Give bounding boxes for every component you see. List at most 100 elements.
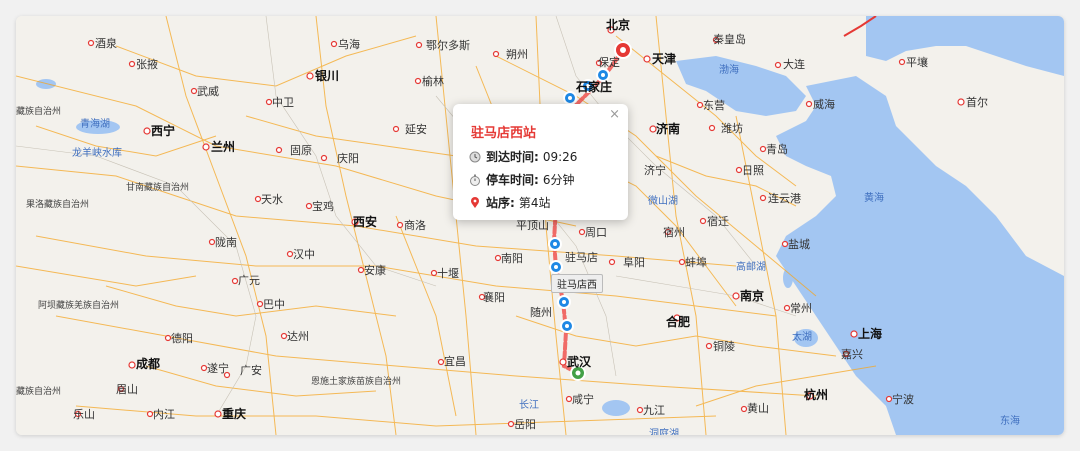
location-pin-icon [471, 196, 479, 208]
city-label: 天水 [261, 193, 283, 206]
city-label: 铜陵 [713, 339, 735, 353]
station-info-popup: × 驻马店西站 到达时间: 09:26 停车时间: 6分钟 站序: 第4站 [453, 104, 628, 220]
city-label: 酒泉 [95, 36, 117, 50]
city-label: 兰州 [211, 139, 235, 154]
stop-duration-value: 6分钟 [542, 173, 575, 187]
city-label: 威海 [813, 97, 835, 111]
city-label: 上海 [858, 326, 882, 341]
city-label: 德阳 [171, 331, 193, 345]
region-label: 果洛藏族自治州 [26, 198, 89, 210]
city-label: 汉中 [293, 248, 315, 261]
city-label: 宝鸡 [312, 199, 334, 213]
city-label: 乌海 [338, 37, 360, 51]
stop-duration-row: 停车时间: 6分钟 [469, 171, 574, 188]
city-label: 日照 [742, 164, 764, 177]
city-label: 南阳 [501, 252, 523, 265]
city-label: 眉山 [116, 383, 138, 396]
city-label: 乐山 [73, 408, 95, 421]
city-label: 保定 [598, 55, 620, 69]
city-label: 商洛 [404, 218, 426, 232]
popup-title: 驻马店西站 [471, 126, 537, 141]
city-label: 驻马店 [565, 250, 598, 264]
city-label: 遂宁 [207, 361, 229, 375]
city-label: 西宁 [151, 123, 175, 138]
city-label: 达州 [287, 330, 309, 343]
region-label: 藏族自治州 [16, 385, 61, 397]
arrival-time-row: 到达时间: 09:26 [469, 148, 577, 165]
city-label: 北京 [606, 17, 630, 32]
city-label: 咸宁 [572, 392, 594, 406]
city-label: 十堰 [437, 266, 459, 280]
city-label: 常州 [790, 302, 812, 315]
city-label: 盐城 [788, 238, 810, 251]
city-label: 重庆 [222, 406, 246, 421]
city-label: 西安 [353, 214, 377, 229]
close-icon[interactable]: × [609, 107, 620, 122]
city-label: 黄山 [747, 401, 769, 415]
city-label: 东营 [703, 98, 725, 112]
city-label: 内江 [153, 407, 175, 421]
city-label: 巴中 [263, 298, 285, 311]
stop-duration-label: 停车时间: [486, 173, 539, 187]
city-label: 宿州 [663, 225, 685, 239]
clock-icon [469, 151, 481, 162]
city-label: 大连 [783, 57, 805, 71]
city-label: 杭州 [804, 387, 828, 402]
city-label: 潍坊 [721, 121, 743, 135]
city-label: 宁波 [892, 392, 914, 406]
region-label: 甘南藏族自治州 [126, 181, 189, 193]
stop-marker[interactable] [557, 295, 571, 309]
city-label: 固原 [290, 144, 312, 157]
region-label: 阿坝藏族羌族自治州 [38, 299, 119, 311]
city-label: 武威 [197, 85, 219, 98]
city-label: 连云港 [768, 192, 801, 205]
station-order-row: 站序: 第4站 [469, 194, 550, 211]
city-label: 首尔 [966, 95, 988, 109]
station-tooltip: 驻马店西 [551, 274, 603, 293]
stop-marker[interactable] [548, 237, 562, 251]
city-label: 武汉 [567, 354, 592, 369]
region-label: 恩施土家族苗族自治州 [311, 375, 401, 387]
city-label: 九江 [643, 404, 665, 417]
city-label: 平顶山 [516, 219, 549, 232]
stop-marker[interactable] [549, 260, 563, 274]
region-label: 藏族自治州 [16, 105, 61, 117]
city-label: 鄂尔多斯 [426, 38, 470, 52]
city-label: 阜阳 [623, 256, 645, 269]
city-label: 中卫 [272, 96, 294, 109]
city-label: 襄阳 [483, 290, 505, 304]
station-order-value: 第4站 [518, 196, 551, 210]
city-label: 银川 [315, 68, 339, 83]
water-label: 黄海 [864, 191, 884, 204]
city-label: 石家庄 [575, 79, 612, 94]
city-label: 安康 [364, 263, 386, 277]
water-label: 渤海 [719, 63, 739, 76]
arrival-value: 09:26 [542, 149, 578, 164]
city-label: 天津 [652, 51, 676, 66]
map-view[interactable]: 北京 天津 保定 石家庄 秦皇岛 大连 平壤 首尔 威海 东营 潍坊 青岛 济南… [16, 16, 1064, 435]
city-label: 秦皇岛 [713, 32, 746, 46]
city-label: 张掖 [136, 57, 158, 71]
city-label: 广安 [240, 363, 262, 377]
water-label: 微山湖 [648, 194, 678, 207]
city-label: 周口 [585, 226, 607, 239]
map-canvas[interactable]: 北京 天津 保定 石家庄 秦皇岛 大连 平壤 首尔 威海 东营 潍坊 青岛 济南… [16, 16, 1064, 435]
water-label: 长江 [519, 399, 539, 411]
city-label: 榆林 [422, 74, 444, 88]
city-label: 蚌埠 [685, 255, 707, 269]
city-label: 随州 [530, 305, 552, 319]
water-label: 东海 [1000, 414, 1020, 427]
city-label: 嘉兴 [841, 347, 863, 361]
stop-marker[interactable] [560, 319, 574, 333]
city-label: 青岛 [766, 142, 788, 156]
stop-marker[interactable] [563, 91, 577, 105]
stopwatch-icon [470, 174, 480, 186]
water-label: 青海湖 [80, 117, 110, 130]
city-label: 广元 [238, 274, 260, 287]
city-label: 成都 [136, 356, 160, 371]
city-label: 南京 [740, 288, 764, 303]
water-label: 高邮湖 [736, 260, 766, 273]
city-label: 济南 [656, 121, 680, 136]
city-label: 宿迁 [707, 214, 729, 228]
city-label: 岳阳 [514, 418, 536, 431]
